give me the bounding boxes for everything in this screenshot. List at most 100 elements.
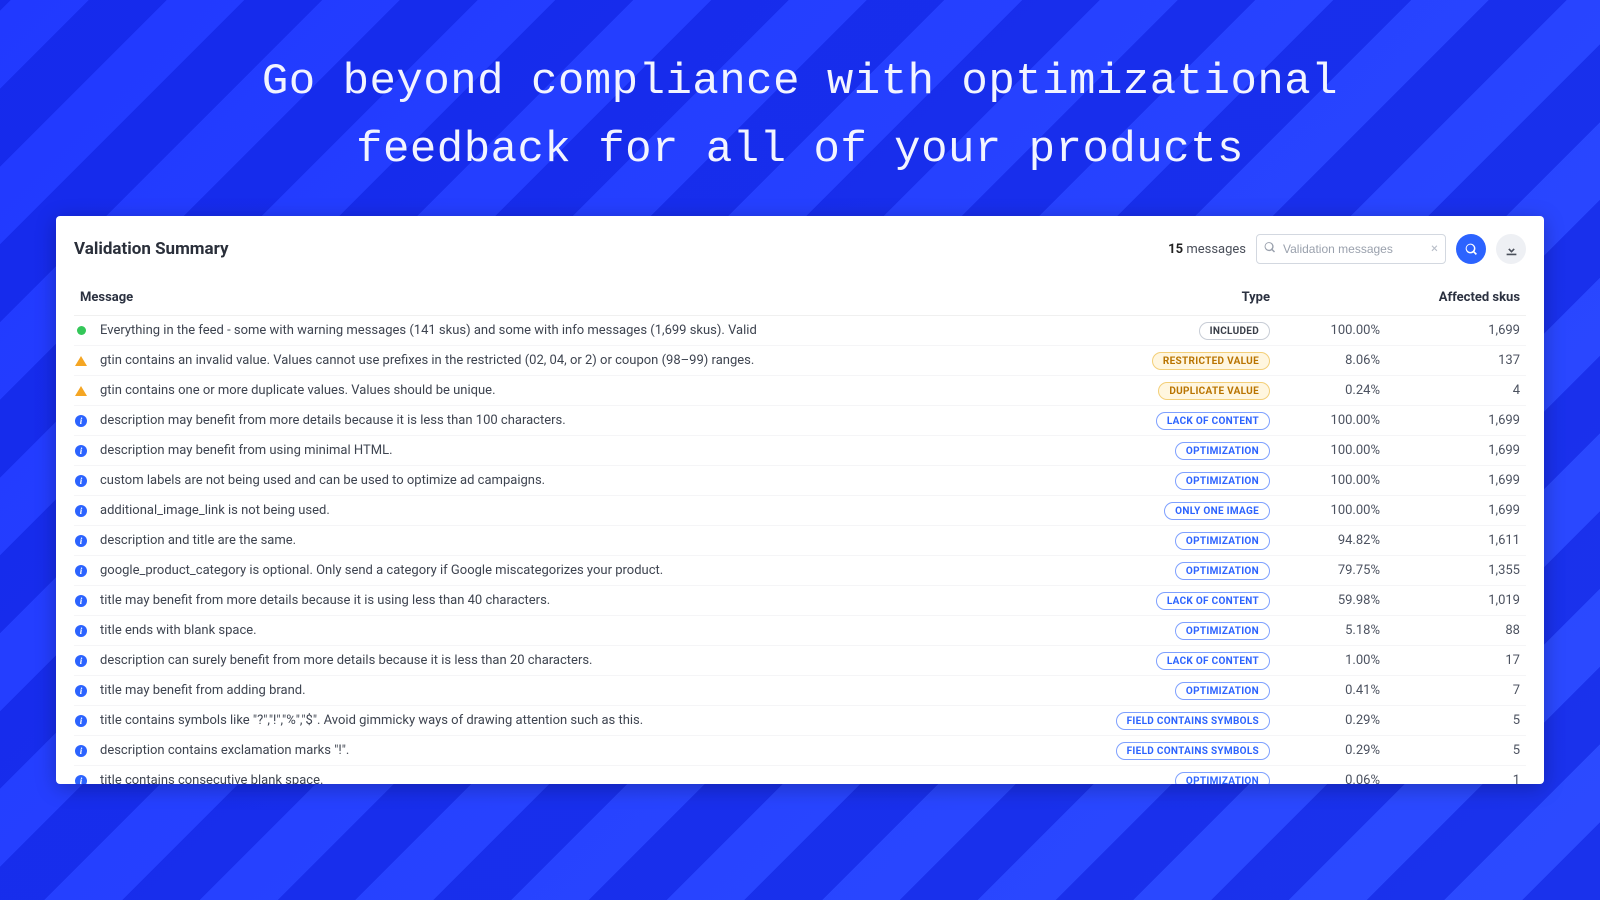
type-pill: OPTIMIZATION xyxy=(1175,442,1270,460)
validation-table: Message Type Affected skus Everything in… xyxy=(74,282,1526,784)
clear-search-icon[interactable]: × xyxy=(1431,242,1438,257)
table-row[interactable]: i title may benefit from more details bec… xyxy=(74,586,1526,616)
search-input[interactable] xyxy=(1283,242,1419,256)
row-message: description may benefit from more detail… xyxy=(100,413,566,428)
info-icon: i xyxy=(75,415,87,427)
info-icon: i xyxy=(75,715,87,727)
row-percent: 0.29% xyxy=(1276,736,1386,766)
row-percent: 79.75% xyxy=(1276,556,1386,586)
table-row[interactable]: i google_product_category is optional. On… xyxy=(74,556,1526,586)
info-icon: i xyxy=(75,625,87,637)
table-row[interactable]: ititle ends with blank space.OPTIMIZATIO… xyxy=(74,616,1526,646)
row-message: title may benefit from more details beca… xyxy=(100,593,550,608)
table-row[interactable]: i description and title are the same. OPTI… xyxy=(74,526,1526,556)
row-message: title contains symbols like "?","!","%",… xyxy=(100,713,643,728)
info-icon: i xyxy=(75,445,87,457)
row-percent: 0.24% xyxy=(1276,376,1386,406)
row-message: description may benefit from using minim… xyxy=(100,443,393,458)
row-percent: 100.00% xyxy=(1276,406,1386,436)
type-pill: DUPLICATE VALUE xyxy=(1158,382,1270,400)
info-icon: i xyxy=(75,505,87,517)
info-icon: i xyxy=(75,565,87,577)
table-row[interactable]: idescription can surely benefit from mor… xyxy=(74,646,1526,676)
type-pill: LACK OF CONTENT xyxy=(1156,652,1270,670)
search-button[interactable] xyxy=(1456,234,1486,264)
row-message: description and title are the same. xyxy=(100,533,296,548)
row-skus: 1,699 xyxy=(1386,496,1526,526)
col-header-type[interactable]: Type xyxy=(1066,282,1276,316)
success-icon xyxy=(77,326,86,335)
search-input-wrap[interactable]: × xyxy=(1256,234,1446,264)
type-pill: FIELD CONTAINS SYMBOLS xyxy=(1116,742,1270,760)
type-pill: LACK OF CONTENT xyxy=(1156,592,1270,610)
message-count: 15 messages xyxy=(1168,242,1246,257)
row-percent: 8.06% xyxy=(1276,346,1386,376)
type-pill: OPTIMIZATION xyxy=(1175,472,1270,490)
row-percent: 0.41% xyxy=(1276,676,1386,706)
table-row[interactable]: ititle may benefit from adding brand.OPT… xyxy=(74,676,1526,706)
row-skus: 5 xyxy=(1386,706,1526,736)
type-pill: INCLUDED xyxy=(1199,322,1270,340)
type-pill: FIELD CONTAINS SYMBOLS xyxy=(1116,712,1270,730)
table-row[interactable]: i title contains symbols like "?","!","%"… xyxy=(74,706,1526,736)
row-message: custom labels are not being used and can… xyxy=(100,473,545,488)
row-percent: 100.00% xyxy=(1276,316,1386,346)
row-message: Everything in the feed - some with warni… xyxy=(100,323,757,338)
info-icon: i xyxy=(75,535,87,547)
row-percent: 100.00% xyxy=(1276,466,1386,496)
table-row[interactable]: idescription contains exclamation marks … xyxy=(74,736,1526,766)
row-percent: 0.06% xyxy=(1276,766,1386,785)
table-row[interactable]: i description may benefit from using mini… xyxy=(74,436,1526,466)
info-icon: i xyxy=(75,595,87,607)
table-row[interactable]: gtin contains an invalid value. Values c… xyxy=(74,346,1526,376)
message-count-label: messages xyxy=(1186,242,1246,257)
table-row[interactable]: Everything in the feed - some with warni… xyxy=(74,316,1526,346)
warning-icon xyxy=(75,356,87,366)
type-pill: RESTRICTED VALUE xyxy=(1152,352,1270,370)
table-row[interactable]: icustom labels are not being used and ca… xyxy=(74,466,1526,496)
table-row[interactable]: i description may benefit from more detai… xyxy=(74,406,1526,436)
warning-icon xyxy=(75,386,87,396)
panel-header-controls: 15 messages × xyxy=(1168,234,1526,264)
validation-summary-panel: Validation Summary 15 messages × xyxy=(56,216,1544,784)
row-skus: 1,611 xyxy=(1386,526,1526,556)
hero-heading: Go beyond compliance with optimizational… xyxy=(0,0,1600,216)
row-message: title may benefit from adding brand. xyxy=(100,683,306,698)
row-skus: 1,699 xyxy=(1386,466,1526,496)
info-icon: i xyxy=(75,775,87,785)
row-skus: 1,019 xyxy=(1386,586,1526,616)
row-message: google_product_category is optional. Onl… xyxy=(100,563,663,578)
row-message: title contains consecutive blank space. xyxy=(100,773,323,784)
row-percent: 0.29% xyxy=(1276,706,1386,736)
row-message: title ends with blank space. xyxy=(100,623,257,638)
table-row[interactable]: gtin contains one or more duplicate valu… xyxy=(74,376,1526,406)
col-header-skus[interactable]: Affected skus xyxy=(1386,282,1526,316)
row-percent: 1.00% xyxy=(1276,646,1386,676)
row-percent: 5.18% xyxy=(1276,616,1386,646)
row-skus: 17 xyxy=(1386,646,1526,676)
message-count-number: 15 xyxy=(1168,242,1183,257)
type-pill: LACK OF CONTENT xyxy=(1156,412,1270,430)
row-skus: 88 xyxy=(1386,616,1526,646)
type-pill: OPTIMIZATION xyxy=(1175,562,1270,580)
row-percent: 100.00% xyxy=(1276,496,1386,526)
row-message: additional_image_link is not being used. xyxy=(100,503,330,518)
row-skus: 7 xyxy=(1386,676,1526,706)
row-message: gtin contains an invalid value. Values c… xyxy=(100,353,754,368)
info-icon: i xyxy=(75,655,87,667)
type-pill: ONLY ONE IMAGE xyxy=(1164,502,1270,520)
type-pill: OPTIMIZATION xyxy=(1175,772,1270,785)
panel-title: Validation Summary xyxy=(74,239,229,259)
panel-header: Validation Summary 15 messages × xyxy=(74,234,1526,264)
table-row[interactable]: i additional_image_link is not being used… xyxy=(74,496,1526,526)
download-button[interactable] xyxy=(1496,234,1526,264)
row-skus: 1,699 xyxy=(1386,406,1526,436)
type-pill: OPTIMIZATION xyxy=(1175,682,1270,700)
col-header-message[interactable]: Message xyxy=(74,282,1066,316)
type-pill: OPTIMIZATION xyxy=(1175,532,1270,550)
row-message: gtin contains one or more duplicate valu… xyxy=(100,383,496,398)
row-percent: 59.98% xyxy=(1276,586,1386,616)
table-row[interactable]: i title contains consecutive blank space.… xyxy=(74,766,1526,785)
row-skus: 4 xyxy=(1386,376,1526,406)
row-percent: 94.82% xyxy=(1276,526,1386,556)
